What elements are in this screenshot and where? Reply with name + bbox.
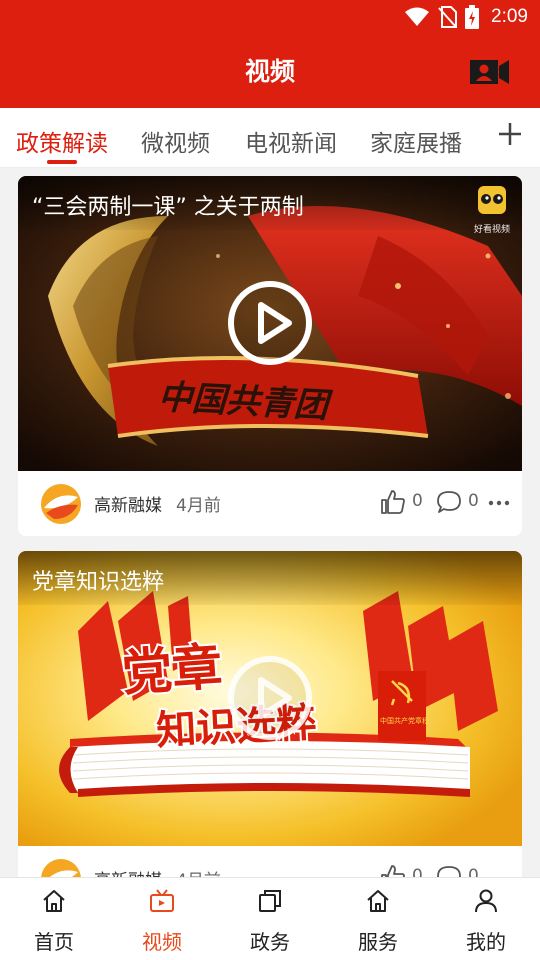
nav-government[interactable]: 政务: [216, 878, 324, 960]
play-icon[interactable]: [227, 655, 313, 741]
status-time: 2:09: [491, 6, 528, 27]
nav-home[interactable]: 首页: [0, 878, 108, 960]
video-camera-icon[interactable]: [470, 58, 510, 86]
tab-family[interactable]: 家庭展播: [370, 124, 462, 158]
card-meta: 高新融媒 4月前 0 0: [18, 471, 522, 536]
video-card[interactable]: 中国共青团 “三会两制一课” 之关于两制 好看视频 高新融媒 4月前 0 0: [18, 176, 522, 536]
no-sim-icon: [438, 6, 458, 28]
video-card[interactable]: 中国共产党章程 党章 知识选粹 党章知识选粹 高新融媒 4月前 0 0: [18, 551, 522, 911]
add-tab-icon[interactable]: [496, 120, 524, 148]
source-logo-icon: [41, 484, 81, 524]
nav-home-label: 首页: [34, 930, 74, 954]
haokan-logo-icon: [478, 186, 506, 214]
video-thumbnail[interactable]: 中国共青团 “三会两制一课” 之关于两制 好看视频: [18, 176, 522, 471]
category-tabs: 政策解读 微视频 电视新闻 家庭展播: [0, 108, 540, 168]
tv-icon: [150, 889, 174, 912]
publish-time: 4月前: [176, 496, 221, 516]
home-icon: [43, 890, 65, 912]
more-icon[interactable]: [488, 493, 510, 513]
thumbs-up-icon[interactable]: [380, 489, 406, 515]
like-count: 0: [412, 491, 423, 511]
haokan-badge-label: 好看视频: [473, 225, 510, 235]
poster-title-line1: 党章: [120, 638, 224, 703]
video-title: “三会两制一课” 之关于两制: [32, 195, 304, 220]
video-thumbnail[interactable]: 中国共产党章程 党章 知识选粹 党章知识选粹: [18, 551, 522, 846]
tab-policy[interactable]: 政策解读: [16, 124, 108, 158]
haokan-badge: 好看视频: [470, 186, 514, 236]
play-icon[interactable]: [227, 280, 313, 366]
nav-service[interactable]: 服务: [324, 878, 432, 960]
nav-video[interactable]: 视频: [108, 878, 216, 960]
book-label: 中国共产党章程: [380, 716, 429, 725]
nav-profile[interactable]: 我的: [432, 878, 540, 960]
nav-profile-label: 我的: [466, 930, 506, 954]
copy-icon: [259, 890, 281, 912]
bottom-nav: 首页 视频 政务 服务 我的: [0, 877, 540, 960]
video-title: 党章知识选粹: [32, 570, 165, 595]
tab-micro-video[interactable]: 微视频: [141, 124, 210, 158]
status-bar: 2:09: [0, 0, 540, 36]
source-name[interactable]: 高新融媒: [94, 491, 162, 516]
comment-icon[interactable]: [436, 489, 462, 515]
nav-service-label: 服务: [358, 930, 398, 954]
nav-video-label: 视频: [142, 930, 182, 954]
comment-count: 0: [468, 491, 479, 511]
service-home-icon: [367, 890, 389, 912]
wifi-icon: [405, 7, 430, 26]
tab-tv-news[interactable]: 电视新闻: [245, 124, 337, 158]
battery-icon: [465, 5, 480, 29]
page-title: 视频: [244, 57, 295, 86]
active-tab-indicator: [47, 160, 77, 164]
user-icon: [475, 889, 497, 913]
nav-government-label: 政务: [250, 930, 290, 954]
app-header: 2:09 视频: [0, 0, 540, 108]
